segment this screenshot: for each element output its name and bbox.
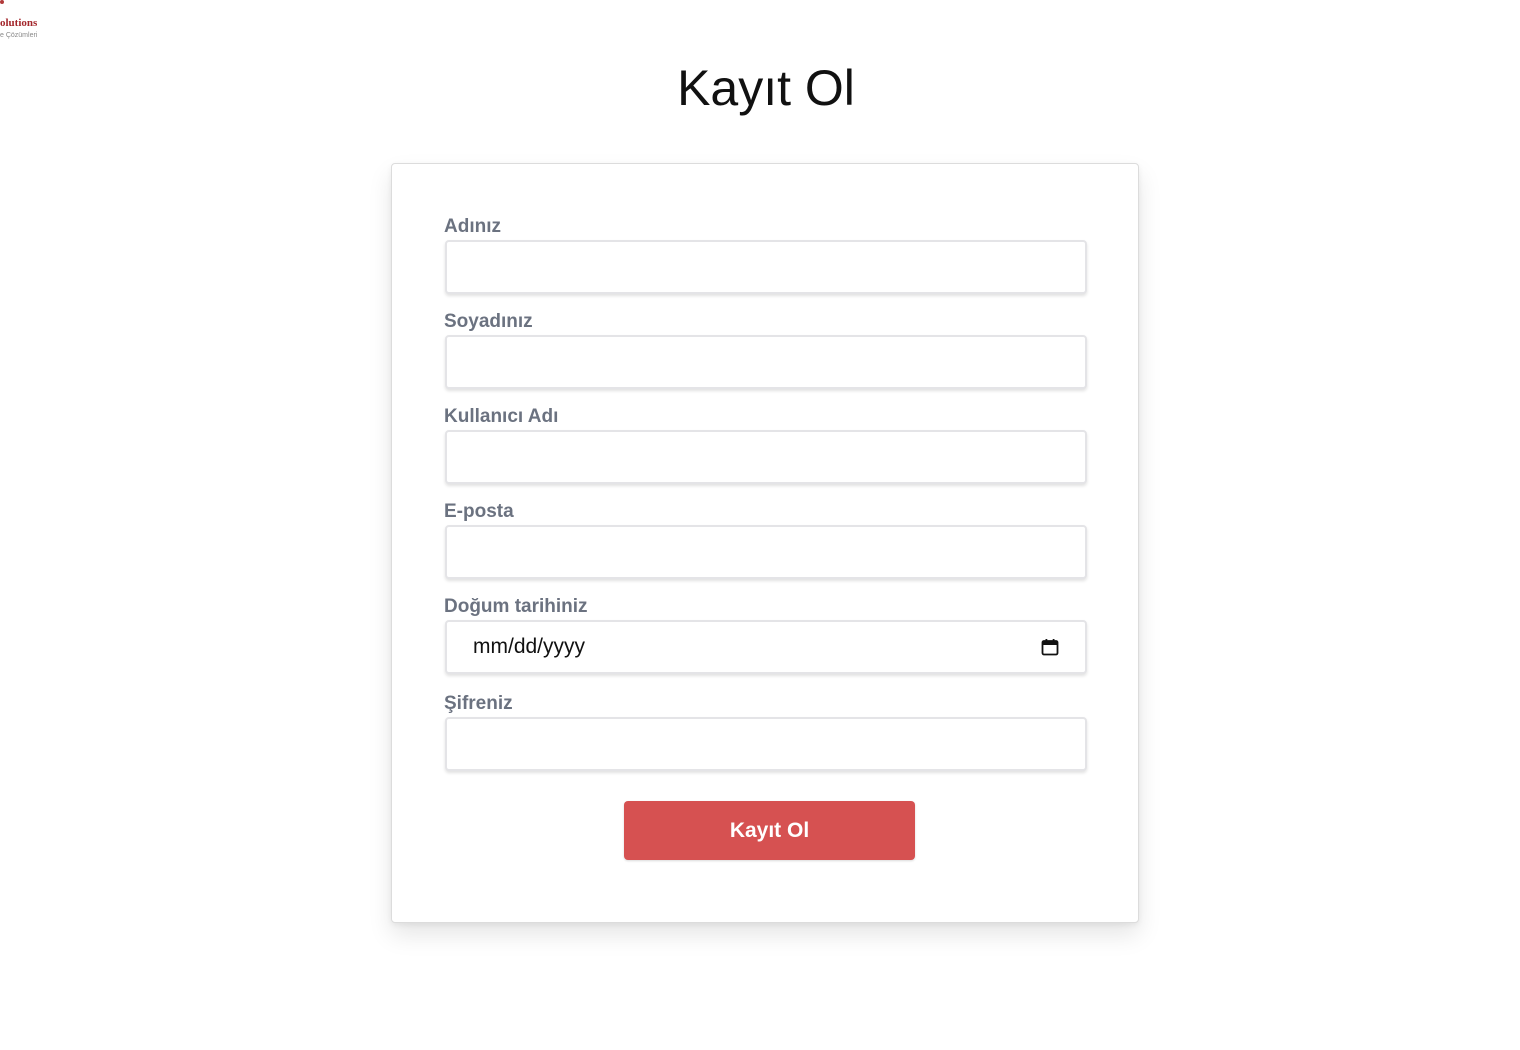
first-name-input[interactable] [445, 240, 1087, 294]
username-input[interactable] [445, 430, 1087, 484]
logo-name: olutions [0, 17, 38, 29]
logo-mark-icon [0, 0, 4, 4]
email-input[interactable] [445, 525, 1087, 579]
password-input[interactable] [445, 717, 1087, 771]
register-button[interactable]: Kayıt Ol [624, 801, 915, 860]
registration-form-card: Adınız Soyadınız Kullanıcı Adı E-posta D… [391, 163, 1139, 923]
company-logo[interactable]: olutions e Çözümleri [0, 0, 60, 46]
page-title: Kayıt Ol [677, 60, 855, 116]
birth-date-label: Doğum tarihiniz [444, 596, 588, 617]
email-label: E-posta [444, 501, 514, 522]
last-name-label: Soyadınız [444, 311, 533, 332]
last-name-input[interactable] [445, 335, 1087, 389]
username-label: Kullanıcı Adı [444, 406, 559, 427]
logo-tagline: e Çözümleri [0, 32, 38, 39]
first-name-label: Adınız [444, 216, 501, 237]
calendar-icon[interactable] [1041, 638, 1059, 656]
password-label: Şifreniz [444, 693, 513, 714]
birth-date-input[interactable]: mm/dd/yyyy [445, 620, 1087, 674]
birth-date-value: mm/dd/yyyy [473, 635, 586, 658]
